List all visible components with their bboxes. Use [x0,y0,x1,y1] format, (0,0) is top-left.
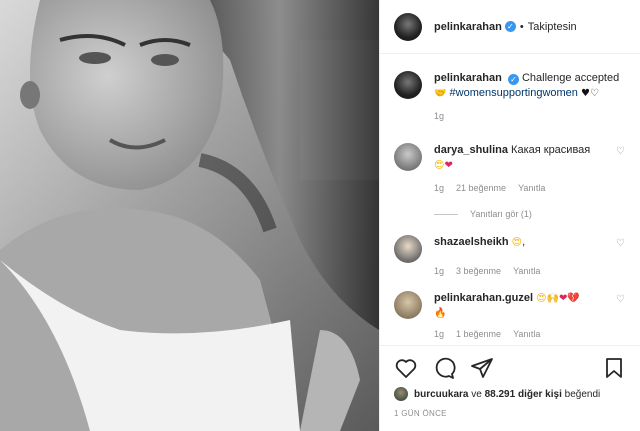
post-sidebar: pelinkarahan ✓ • Takiptesin pelinkarahan… [379,0,640,431]
bookmark-icon[interactable] [602,356,626,380]
verified-badge-icon: ✓ [507,74,519,85]
commenter-avatar[interactable] [394,143,422,171]
separator-dot: • [519,20,524,33]
comment-text: , [522,236,526,248]
comment-icon[interactable] [432,356,456,380]
heart-eyes-emoji: 😍 [434,160,445,171]
small-heart-icon[interactable]: ♡ [616,295,626,305]
reply-button[interactable]: Yanıtla [513,264,540,279]
share-icon[interactable] [470,356,494,380]
portrait-image [0,0,379,431]
caption-time: 1g [434,111,445,121]
comment-username[interactable]: shazaelsheikh [434,236,509,248]
heart-icon[interactable] [394,356,418,380]
likes-count[interactable]: 88.291 diğer kişi [485,389,562,400]
comment-likes[interactable]: 1 beğenme [456,327,501,342]
author-avatar[interactable] [394,12,422,41]
author-username[interactable]: pelinkarahan [434,21,502,33]
divider [380,345,640,346]
post-photo[interactable] [0,0,379,431]
instagram-post: pelinkarahan ✓ • Takiptesin pelinkarahan… [0,0,640,431]
liker-username[interactable]: burcuukara [414,389,468,400]
raised-hands-emoji: 🙌 [546,293,559,304]
post-date[interactable]: 1 GÜN ÖNCE [394,409,447,418]
view-replies[interactable]: Yanıtları gör (1) [434,209,532,219]
commenter-avatar[interactable] [394,235,422,263]
small-heart-icon[interactable]: ♡ [616,147,626,157]
comment-username[interactable]: darya_shulina [434,144,508,156]
view-replies-label[interactable]: Yanıtları gör (1) [470,209,532,219]
comment-likes[interactable]: 21 beğenme [456,181,506,196]
likes-end: beğendi [561,388,601,400]
comment-time: 1g [434,329,445,339]
caption-avatar[interactable] [394,71,422,99]
liker-avatar[interactable] [394,387,408,401]
heart-eyes-emoji: 😍 [536,293,547,304]
likes-summary: burcuukara ve 88.291 diğer kişi beğendi [394,387,630,401]
white-heart-icon: ♡ [589,88,599,99]
caption-text: Challenge accepted [521,72,620,84]
caption-username[interactable]: pelinkarahan [434,72,502,84]
replies-line [434,213,458,215]
comments-section: pelinkarahan ✓ Challenge accepted 🤝 #wom… [380,55,640,345]
red-heart-emoji: ❤ [444,160,453,171]
reply-button[interactable]: Yanıtla [518,181,545,196]
comment-username[interactable]: pelinkarahan.guzel [434,292,533,304]
comment-time: 1g [434,183,445,193]
follow-status-button[interactable]: Takiptesin [528,21,577,33]
broken-heart-emoji: 💔 [567,293,580,304]
verified-badge-icon: ✓ [504,21,516,32]
small-heart-icon[interactable]: ♡ [616,239,626,249]
caption: pelinkarahan ✓ Challenge accepted 🤝 #wom… [380,71,640,124]
fire-emoji: 🔥 [434,308,447,319]
commenter-avatar[interactable] [394,291,422,319]
comment-likes[interactable]: 3 beğenme [456,264,501,279]
caption-hashtag[interactable]: #womensupportingwomen [450,87,578,99]
comment-text: Какая красивая [511,144,591,156]
likes-connector: ve [468,388,485,400]
caption-emoji-hands: 🤝 [434,88,447,99]
black-heart-icon: ♥ [581,88,590,99]
comment-time: 1g [434,266,445,276]
comment: pelinkarahan.guzel 😍🙌❤💔 🔥 1g 1 beğenme Y… [380,291,640,342]
post-header: pelinkarahan ✓ • Takiptesin [380,0,640,54]
action-bar [394,356,626,380]
comment: shazaelsheikh 😍, 1g 3 beğenme Yanıtla ♡ [380,235,640,279]
reply-button[interactable]: Yanıtla [513,327,540,342]
heart-eyes-emoji: 😍 [511,237,523,248]
comment: darya_shulina Какая красивая 😍❤ 1g 21 be… [380,143,640,196]
